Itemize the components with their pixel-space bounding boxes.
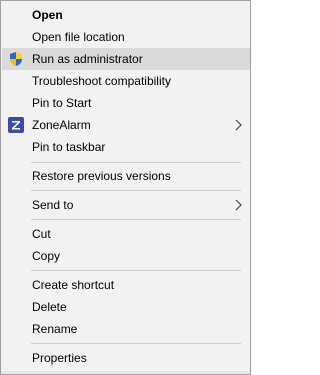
menu-item-label: ZoneAlarm (32, 118, 91, 132)
menu-item-delete[interactable]: Delete (2, 296, 250, 318)
menu-bottom-edge (1, 371, 250, 374)
menu-item-label: Send to (32, 198, 74, 212)
menu-item-label: Delete (32, 300, 67, 314)
menu-item-open-file-location[interactable]: Open file location (2, 26, 250, 48)
menu-item-label: Open file location (32, 30, 125, 44)
menu-separator (31, 162, 241, 163)
menu-item-cut[interactable]: Cut (2, 223, 250, 245)
uac-shield-icon (8, 51, 24, 67)
chevron-right-icon (234, 119, 242, 131)
menu-item-rename[interactable]: Rename (2, 318, 250, 340)
chevron-right-icon (234, 199, 242, 211)
menu-item-send-to[interactable]: Send to (2, 194, 250, 216)
menu-item-zonealarm[interactable]: ZoneAlarm (2, 114, 250, 136)
zonealarm-icon (8, 117, 24, 133)
menu-item-label: Run as administrator (32, 52, 143, 66)
context-menu: Open Open file location Run as administr… (0, 0, 251, 375)
menu-item-create-shortcut[interactable]: Create shortcut (2, 274, 250, 296)
menu-item-troubleshoot-compatibility[interactable]: Troubleshoot compatibility (2, 70, 250, 92)
menu-separator (31, 219, 241, 220)
menu-item-pin-to-start[interactable]: Pin to Start (2, 92, 250, 114)
menu-item-label: Pin to Start (32, 96, 92, 110)
menu-item-restore-previous-versions[interactable]: Restore previous versions (2, 165, 250, 187)
menu-item-label: Properties (32, 351, 87, 365)
menu-item-label: Copy (32, 249, 61, 263)
menu-item-label: Restore previous versions (32, 169, 171, 183)
menu-item-label: Create shortcut (32, 278, 115, 292)
menu-separator (31, 190, 241, 191)
menu-item-open[interactable]: Open (2, 4, 250, 26)
menu-item-pin-to-taskbar[interactable]: Pin to taskbar (2, 136, 250, 158)
menu-item-properties[interactable]: Properties (2, 347, 250, 369)
menu-item-label: Pin to taskbar (32, 140, 106, 154)
menu-separator (31, 343, 241, 344)
menu-item-label: Troubleshoot compatibility (32, 74, 171, 88)
menu-item-copy[interactable]: Copy (2, 245, 250, 267)
menu-separator (31, 270, 241, 271)
menu-item-run-as-administrator[interactable]: Run as administrator (2, 48, 250, 70)
menu-item-label: Rename (32, 322, 78, 336)
menu-item-label: Open (32, 8, 63, 22)
menu-item-label: Cut (32, 227, 51, 241)
